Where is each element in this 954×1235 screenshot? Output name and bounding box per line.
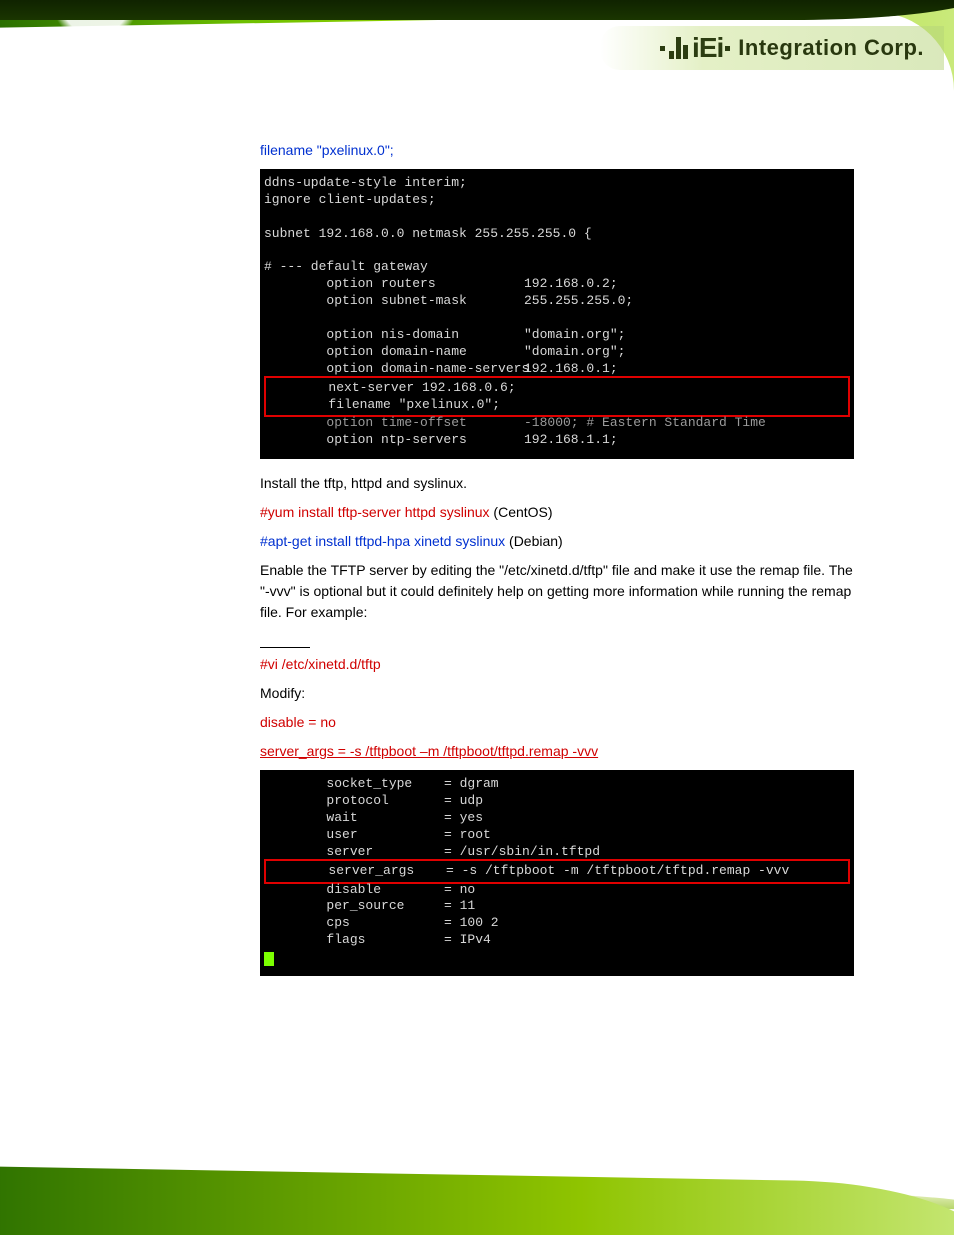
separator — [260, 647, 310, 648]
page: iEi Integration Corp. filename "pxelinux… — [0, 0, 954, 1235]
term-line: server_args= -s /tftpboot -m /tftpboot/t… — [266, 863, 848, 880]
terminal-cursor-icon — [264, 952, 274, 966]
cfg-server-args: server_args = -s /tftpboot –m /tftpboot/… — [260, 741, 854, 762]
document-body: filename "pxelinux.0"; ddns-update-style… — [0, 120, 954, 1030]
brand-logo-letters: iEi — [692, 32, 723, 64]
term-line: ignore client-updates; — [264, 192, 850, 209]
terminal-xinetd-tftp: socket_type= dgram protocol= udp wait= y… — [260, 770, 854, 976]
term-line: option time-offset-18000; # Eastern Stan… — [264, 415, 850, 432]
term-line: option subnet-mask255.255.255.0; — [264, 293, 850, 310]
page-header: iEi Integration Corp. — [0, 0, 954, 120]
term-line: wait= yes — [264, 810, 850, 827]
term-line: filename "pxelinux.0"; — [266, 397, 848, 414]
term-highlight-box: next-server 192.168.0.6; filename "pxeli… — [264, 376, 850, 418]
cfg-disable: disable = no — [260, 712, 854, 733]
config-line-filename: filename "pxelinux.0"; — [260, 140, 854, 161]
cmd-yum-note: (CentOS) — [490, 504, 553, 520]
paragraph-enable-tftp: Enable the TFTP server by editing the "/… — [260, 560, 854, 623]
term-line: subnet 192.168.0.0 netmask 255.255.255.0… — [264, 226, 850, 243]
term-line — [264, 310, 850, 327]
term-line: cps= 100 2 — [264, 915, 850, 932]
term-line: per_source= 11 — [264, 898, 850, 915]
term-line — [264, 243, 850, 260]
term-line: disable= no — [264, 882, 850, 899]
terminal-dhcpd-conf: ddns-update-style interim; ignore client… — [260, 169, 854, 459]
term-line: option ntp-servers192.168.1.1; — [264, 432, 850, 449]
cmd-vi: #vi /etc/xinetd.d/tftp — [260, 654, 854, 675]
paragraph-install: Install the tftp, httpd and syslinux. — [260, 473, 854, 494]
term-line: flags= IPv4 — [264, 932, 850, 949]
term-line — [264, 209, 850, 226]
term-line: option nis-domain"domain.org"; — [264, 327, 850, 344]
term-line: protocol= udp — [264, 793, 850, 810]
term-line: ddns-update-style interim; — [264, 175, 850, 192]
term-highlight-box: server_args= -s /tftpboot -m /tftpboot/t… — [264, 859, 850, 884]
brand-name: Integration Corp. — [738, 35, 924, 61]
cmd-apt: #apt-get install tftpd-hpa xinetd syslin… — [260, 533, 505, 549]
command-line: #apt-get install tftpd-hpa xinetd syslin… — [260, 531, 854, 552]
brand: iEi Integration Corp. — [600, 26, 944, 70]
brand-logo-icon: iEi — [660, 32, 732, 64]
cmd-yum: #yum install tftp-server httpd syslinux — [260, 504, 490, 520]
label-modify: Modify: — [260, 683, 854, 704]
cmd-apt-note: (Debian) — [505, 533, 563, 549]
term-line: option domain-name"domain.org"; — [264, 344, 850, 361]
header-ribbon — [0, 0, 954, 20]
command-line: #yum install tftp-server httpd syslinux … — [260, 502, 854, 523]
term-line: # --- default gateway — [264, 259, 850, 276]
term-line: next-server 192.168.0.6; — [266, 380, 848, 397]
term-line: user= root — [264, 827, 850, 844]
term-line: socket_type= dgram — [264, 776, 850, 793]
term-line: option routers192.168.0.2; — [264, 276, 850, 293]
page-footer — [0, 1165, 954, 1235]
